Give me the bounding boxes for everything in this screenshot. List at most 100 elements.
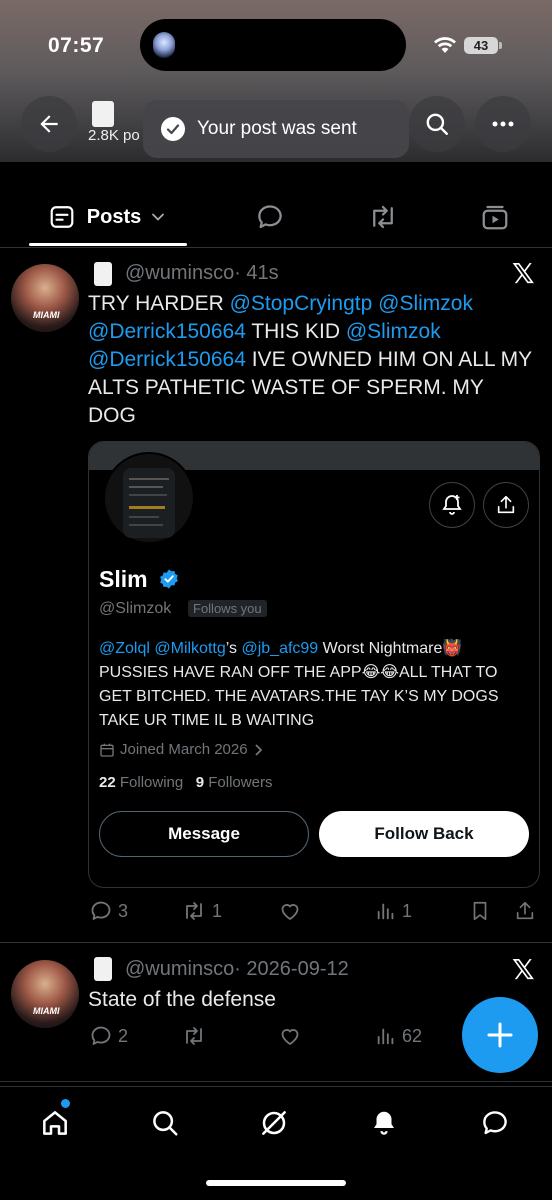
follow-back-button[interactable]: Follow Back: [319, 811, 529, 857]
calendar-icon: [100, 743, 114, 757]
repost-icon: [373, 205, 393, 229]
reply-icon: [91, 901, 111, 920]
mention-link[interactable]: @Slimzok: [346, 320, 441, 343]
more-options-button[interactable]: [475, 96, 531, 152]
bio-mention[interactable]: @Milkottg: [154, 640, 225, 657]
like-action[interactable]: [278, 899, 302, 923]
like-action[interactable]: [278, 1024, 302, 1048]
like-icon: [281, 1029, 299, 1046]
reply-count: 2: [118, 1025, 129, 1046]
views-icon: [377, 1028, 394, 1045]
mention-link[interactable]: @Slimzok: [378, 292, 473, 315]
share-icon: [516, 901, 534, 920]
profile-followers-stub: 2.8K po: [88, 127, 140, 144]
flashlight-indicator: [153, 32, 175, 58]
author-badge-icon: [94, 957, 112, 981]
repost-action[interactable]: 1: [181, 899, 222, 923]
bio-text-segment: ’s: [225, 640, 242, 657]
x-logo-icon: 𝕏: [512, 953, 535, 986]
post-divider: [0, 1081, 552, 1082]
followers-label: Followers: [208, 774, 273, 791]
search-button[interactable]: [409, 96, 465, 152]
nav-notifications[interactable]: [364, 1103, 404, 1143]
reply-action[interactable]: 2: [89, 1024, 128, 1048]
post-text-segment: TRY HARDER: [88, 292, 230, 315]
repost-count: 1: [212, 900, 223, 921]
nav-grok[interactable]: [254, 1103, 294, 1143]
notification-subscribe-button[interactable]: [429, 482, 475, 528]
chat-icon: [483, 1111, 507, 1135]
profile-tabs: Posts: [0, 186, 552, 248]
bio-mention[interactable]: @Zolql: [99, 640, 150, 657]
media-icon: [482, 205, 508, 230]
post-text: TRY HARDER @StopCryingtp @Slimzok @Derric…: [88, 290, 533, 430]
card-display-name[interactable]: Slim: [99, 566, 180, 593]
post-divider: [0, 942, 552, 943]
bookmark-icon: [473, 901, 487, 921]
nav-home[interactable]: [35, 1103, 75, 1143]
chevron-down-icon: [152, 213, 165, 221]
post-handle[interactable]: @wuminsco: [125, 262, 234, 284]
post-author-avatar[interactable]: MIAMI: [11, 264, 79, 332]
x-logo-icon: 𝕏: [512, 257, 535, 290]
views-action[interactable]: 62: [375, 1024, 422, 1048]
post-meta: @wuminsco· 41s: [125, 262, 279, 285]
post-text: State of the defense: [88, 988, 276, 1011]
more-icon: [492, 121, 514, 127]
back-button[interactable]: [21, 96, 77, 152]
tab-posts[interactable]: Posts: [28, 186, 186, 248]
views-icon: [377, 903, 394, 920]
reply-icon: [91, 1026, 111, 1045]
avatar-tag-text: MIAMI: [33, 310, 60, 320]
bio-mention[interactable]: @jb_afc99: [241, 640, 318, 657]
reply-icon: [258, 205, 282, 229]
avatar-tag-text: MIAMI: [33, 1006, 60, 1016]
post-time: · 2026-09-12: [234, 958, 349, 980]
card-name-text: Slim: [99, 566, 148, 592]
status-time: 07:57: [48, 34, 105, 57]
battery-tip: [499, 42, 502, 49]
mention-link[interactable]: @Derrick150664: [88, 348, 246, 371]
views-count: 62: [402, 1025, 423, 1046]
embedded-profile-card[interactable]: Slim @Slimzok Follows you @Zolql @Milkot…: [88, 441, 540, 888]
grok-icon: [262, 1111, 286, 1135]
followers-count: 9: [195, 774, 205, 791]
card-follow-counts[interactable]: 22 Following 9 Followers: [99, 774, 272, 791]
chevron-right-icon: [254, 743, 262, 756]
compose-post-button[interactable]: [462, 997, 538, 1073]
message-button[interactable]: Message: [99, 811, 309, 857]
following-label: Following: [119, 774, 184, 791]
nav-messages[interactable]: [475, 1103, 515, 1143]
card-avatar[interactable]: [103, 452, 195, 544]
share-icon: [497, 495, 515, 514]
card-joined-date[interactable]: Joined March 2026: [99, 741, 264, 758]
plus-icon: [487, 1022, 513, 1048]
card-share-button[interactable]: [483, 482, 529, 528]
tab-media[interactable]: [478, 200, 512, 234]
bookmark-action[interactable]: [469, 899, 491, 923]
repost-icon: [186, 1027, 202, 1045]
nav-search[interactable]: [145, 1103, 185, 1143]
mention-link[interactable]: @Derrick150664: [88, 320, 246, 343]
post-author-avatar[interactable]: MIAMI: [11, 960, 79, 1028]
toast-message: Your post was sent: [197, 118, 357, 139]
post-meta: @wuminsco· 2026-09-12: [125, 958, 349, 981]
reply-action[interactable]: 3: [89, 899, 128, 923]
tab-reposts[interactable]: [366, 200, 400, 234]
posts-tab-icon: [50, 206, 74, 228]
repost-icon: [186, 902, 202, 920]
bell-plus-icon: [442, 495, 462, 515]
home-notification-dot: [61, 1099, 70, 1108]
check-icon: [161, 117, 185, 141]
mention-link[interactable]: @StopCryingtp: [230, 292, 373, 315]
repost-action[interactable]: [181, 1024, 207, 1048]
share-action[interactable]: [514, 899, 536, 923]
views-action[interactable]: 1: [375, 899, 412, 923]
bell-icon: [374, 1111, 394, 1135]
views-count: 1: [402, 900, 413, 921]
search-icon: [426, 113, 448, 135]
tab-replies[interactable]: [253, 200, 287, 234]
home-indicator-bar: [206, 1180, 346, 1186]
post-handle[interactable]: @wuminsco: [125, 958, 234, 980]
author-badge-icon: [94, 262, 112, 286]
